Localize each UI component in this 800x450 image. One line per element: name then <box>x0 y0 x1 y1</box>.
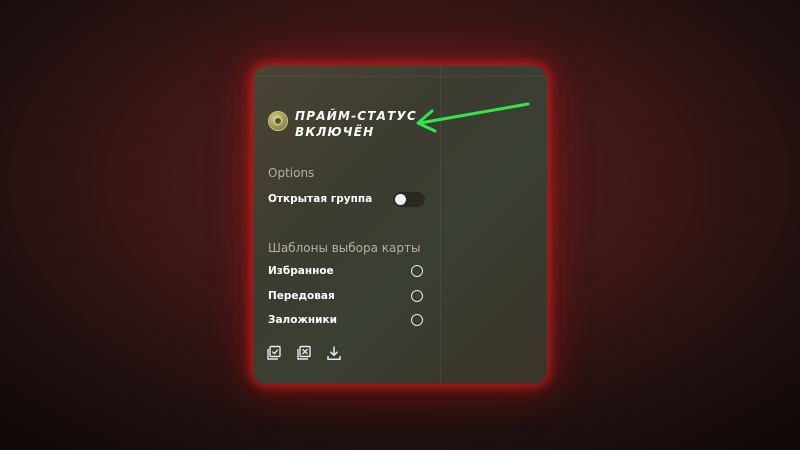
map-template-radio-favorites[interactable] <box>411 265 423 277</box>
map-template-radio-frontline[interactable] <box>411 290 423 302</box>
prime-status-line1: ПРАЙМ-СТАТУС <box>295 109 418 123</box>
map-template-label-frontline: Передовая <box>268 290 335 302</box>
open-party-toggle[interactable] <box>393 192 425 207</box>
options-heading: Options <box>268 166 315 180</box>
map-templates-heading: Шаблоны выбора карты <box>268 241 421 255</box>
map-template-label-hostages: Заложники <box>268 314 337 326</box>
map-template-label-favorites: Избранное <box>268 265 334 277</box>
toggle-knob <box>395 194 406 205</box>
open-party-label: Открытая группа <box>268 193 373 205</box>
prime-badge-icon <box>268 111 288 131</box>
annotation-arrow <box>410 96 535 140</box>
download-icon[interactable] <box>326 345 342 361</box>
prime-status-text: ПРАЙМ-СТАТУС ВКЛЮЧЁН <box>295 108 417 140</box>
prime-status: ПРАЙМ-СТАТУС ВКЛЮЧЁН <box>268 108 417 140</box>
prime-status-line2: ВКЛЮЧЁН <box>295 125 375 139</box>
map-template-radio-hostages[interactable] <box>411 314 423 326</box>
deselect-all-icon[interactable] <box>296 345 312 361</box>
select-all-icon[interactable] <box>266 345 282 361</box>
